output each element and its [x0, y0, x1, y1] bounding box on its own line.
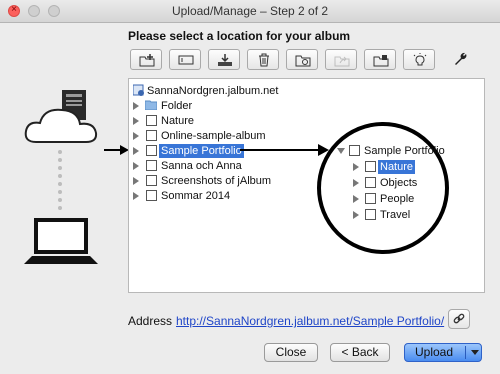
expand-arrow-icon[interactable]: [133, 177, 139, 185]
zoom-child-label: Objects: [380, 177, 418, 189]
dotted-connection-line: [58, 150, 62, 210]
title-bar: × Upload/Manage – Step 2 of 2: [0, 0, 500, 23]
expand-arrow-icon[interactable]: [133, 132, 139, 140]
zoom-child-label: Nature: [378, 160, 416, 174]
dropdown-arrow-icon[interactable]: [471, 350, 479, 355]
new-folder-button[interactable]: [130, 49, 162, 70]
tree-item-label: Sommar 2014: [161, 190, 231, 202]
album-checkbox[interactable]: [365, 193, 376, 204]
split-divider: [465, 346, 466, 359]
expand-arrow-icon[interactable]: [353, 195, 359, 203]
sync-folder-icon: [295, 55, 311, 67]
album-checkbox[interactable]: [146, 175, 157, 186]
album-checkbox[interactable]: [365, 209, 376, 220]
tree-item-label: Sanna och Anna: [161, 160, 242, 172]
upload-button-label: Upload: [414, 345, 454, 359]
album-checkbox[interactable]: [349, 145, 360, 156]
folder-icon: [145, 100, 157, 110]
delete-button[interactable]: [247, 49, 279, 70]
share-button[interactable]: [325, 49, 357, 70]
upload-button[interactable]: Upload: [404, 343, 482, 362]
expand-arrow-icon[interactable]: [133, 192, 139, 200]
expand-arrow-icon[interactable]: [353, 163, 359, 171]
page-heading: Please select a location for your album: [128, 29, 351, 43]
rename-field-icon: [178, 55, 194, 65]
trash-icon: [259, 53, 269, 67]
wrench-icon[interactable]: [452, 51, 468, 67]
zoom-parent-label: Sample Portfolio: [364, 145, 445, 157]
sync-button[interactable]: [286, 49, 318, 70]
expand-arrow-icon[interactable]: [133, 162, 139, 170]
copy-link-button[interactable]: [448, 309, 470, 329]
album-checkbox[interactable]: [146, 160, 157, 171]
expand-arrow-icon[interactable]: [133, 117, 139, 125]
tree-root-label: SannaNordgren.jalbum.net: [147, 85, 279, 97]
window-title: Upload/Manage – Step 2 of 2: [171, 4, 329, 18]
download-button[interactable]: [208, 49, 240, 70]
pointer-arrow: [104, 145, 129, 155]
album-checkbox[interactable]: [146, 115, 157, 126]
folder-properties-icon: [373, 55, 389, 67]
tree-item-label: Online-sample-album: [161, 130, 266, 142]
lightbulb-icon: [413, 53, 427, 66]
rename-button[interactable]: [169, 49, 201, 70]
address-label: Address: [128, 314, 173, 328]
expand-arrow-icon[interactable]: [353, 179, 359, 187]
zoom-callout: Sample Portfolio Nature Objects People T…: [317, 122, 449, 254]
address-link[interactable]: http://SannaNordgren.jalbum.net/Sample P…: [176, 314, 444, 328]
tree-item-label: Nature: [161, 115, 195, 127]
zoom-child-label: People: [380, 193, 415, 205]
album-checkbox[interactable]: [146, 145, 157, 156]
album-checkbox[interactable]: [146, 190, 157, 201]
zoom-arrow: [240, 144, 329, 156]
album-checkbox[interactable]: [365, 161, 376, 172]
expand-arrow-icon[interactable]: [133, 102, 139, 110]
tree-item-label: Screenshots of jAlbum: [161, 175, 272, 187]
new-folder-icon: [139, 54, 155, 67]
album-checkbox[interactable]: [365, 177, 376, 188]
expand-arrow-icon[interactable]: [353, 211, 359, 219]
folder-properties-button[interactable]: [364, 49, 396, 70]
download-tray-icon: [218, 54, 232, 66]
share-arrow-icon: [334, 56, 350, 67]
account-server-icon: [133, 84, 144, 96]
collapse-arrow-icon[interactable]: [337, 148, 345, 154]
tree-item-label: Sample Portfolio: [159, 144, 244, 158]
chain-link-icon: [453, 313, 465, 324]
zoom-child-label: Travel: [380, 209, 411, 221]
tips-button[interactable]: [403, 49, 435, 70]
cloud-upload-illustration: [24, 90, 98, 264]
close-button[interactable]: Close: [264, 343, 318, 362]
tree-item-label: Folder: [161, 100, 193, 112]
expand-arrow-icon[interactable]: [133, 147, 139, 155]
laptop-icon: [24, 218, 98, 264]
album-checkbox[interactable]: [146, 130, 157, 141]
back-button[interactable]: < Back: [330, 343, 390, 362]
